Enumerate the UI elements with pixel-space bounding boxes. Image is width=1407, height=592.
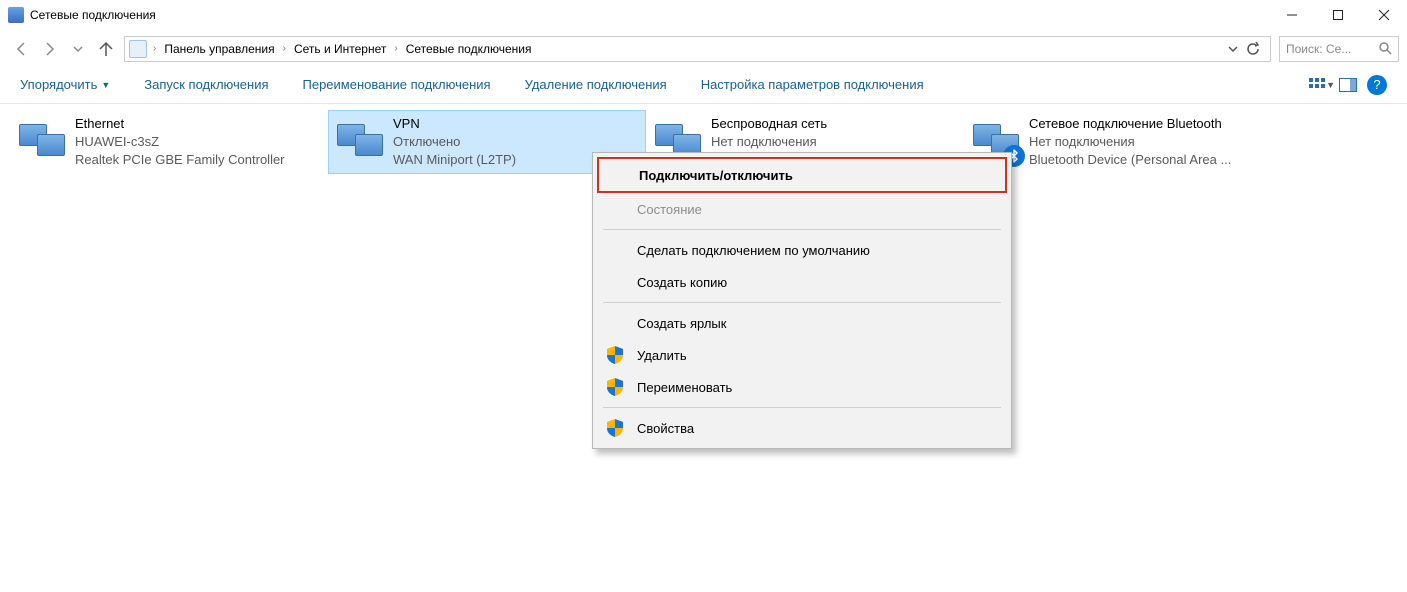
ctx-status-label: Состояние (637, 202, 702, 217)
ctx-delete-label: Удалить (637, 348, 687, 363)
connection-item-ethernet[interactable]: Ethernet HUAWEI-c3sZ Realtek PCIe GBE Fa… (10, 110, 328, 174)
ctx-separator (603, 407, 1001, 408)
search-icon (1379, 42, 1392, 55)
connection-settings-label: Настройка параметров подключения (701, 77, 924, 92)
forward-button[interactable] (36, 35, 64, 63)
delete-connection-label: Удаление подключения (525, 77, 667, 92)
maximize-icon (1332, 9, 1344, 21)
connection-status: HUAWEI-c3sZ (75, 133, 285, 151)
organize-button[interactable]: Упорядочить ▼ (20, 77, 110, 92)
connection-device: Bluetooth Device (Personal Area ... (1029, 151, 1231, 169)
connection-device: Realtek PCIe GBE Family Controller (75, 151, 285, 169)
maximize-button[interactable] (1315, 0, 1361, 30)
minimize-button[interactable] (1269, 0, 1315, 30)
chevron-down-icon: ▼ (101, 80, 110, 90)
app-icon (8, 7, 24, 23)
delete-connection-button[interactable]: Удаление подключения (525, 77, 667, 92)
ctx-properties[interactable]: Свойства (593, 412, 1011, 444)
ctx-set-default-label: Сделать подключением по умолчанию (637, 243, 870, 258)
ctx-shortcut-label: Создать ярлык (637, 316, 726, 331)
ctx-create-copy[interactable]: Создать копию (593, 266, 1011, 298)
navbar: › Панель управления › Сеть и Интернет › … (0, 30, 1407, 66)
network-connections-icon (129, 40, 147, 58)
connection-status: Нет подключения (711, 133, 827, 151)
up-button[interactable] (92, 35, 120, 63)
ctx-connect-disconnect[interactable]: Подключить/отключить (597, 157, 1007, 193)
help-icon: ? (1373, 77, 1380, 92)
organize-label: Упорядочить (20, 77, 97, 92)
ctx-rename[interactable]: Переименовать (593, 371, 1011, 403)
ctx-rename-label: Переименовать (637, 380, 732, 395)
close-icon (1378, 9, 1390, 21)
ethernet-icon (17, 115, 67, 165)
ctx-connect-label: Подключить/отключить (639, 168, 793, 183)
breadcrumb-mid[interactable]: Сеть и Интернет (288, 37, 392, 61)
uac-shield-icon (607, 378, 623, 396)
start-connection-button[interactable]: Запуск подключения (144, 77, 268, 92)
ctx-copy-label: Создать копию (637, 275, 727, 290)
breadcrumb-root[interactable]: Панель управления (158, 37, 280, 61)
recent-locations-button[interactable] (64, 35, 92, 63)
breadcrumb-leaf[interactable]: Сетевые подключения (400, 37, 538, 61)
close-button[interactable] (1361, 0, 1407, 30)
vpn-icon (335, 115, 385, 165)
back-button[interactable] (8, 35, 36, 63)
chevron-down-icon: ▼ (1326, 80, 1335, 90)
refresh-button[interactable] (1244, 38, 1262, 60)
context-menu: Подключить/отключить Состояние Сделать п… (592, 152, 1012, 449)
content-area[interactable]: Ethernet HUAWEI-c3sZ Realtek PCIe GBE Fa… (0, 104, 1407, 180)
view-grid-icon (1309, 78, 1322, 92)
window-controls (1269, 0, 1407, 30)
ctx-separator (603, 229, 1001, 230)
connection-name: Беспроводная сеть (711, 115, 827, 133)
rename-connection-button[interactable]: Переименование подключения (303, 77, 491, 92)
chevron-right-icon: › (392, 43, 399, 54)
connection-name: Ethernet (75, 115, 285, 133)
chevron-right-icon: › (151, 43, 158, 54)
preview-pane-button[interactable] (1335, 72, 1361, 98)
address-history-button[interactable] (1224, 38, 1242, 60)
ctx-status: Состояние (593, 193, 1011, 225)
connection-status: Отключено (393, 133, 516, 151)
view-options-button[interactable]: ▼ (1309, 72, 1335, 98)
window-title: Сетевые подключения (30, 8, 1269, 22)
connection-name: Сетевое подключение Bluetooth (1029, 115, 1231, 133)
command-bar: Упорядочить ▼ Запуск подключения Переиме… (0, 66, 1407, 104)
address-bar[interactable]: › Панель управления › Сеть и Интернет › … (124, 36, 1271, 62)
ctx-separator (603, 302, 1001, 303)
uac-shield-icon (607, 419, 623, 437)
connection-status: Нет подключения (1029, 133, 1231, 151)
ctx-create-shortcut[interactable]: Создать ярлык (593, 307, 1011, 339)
minimize-icon (1286, 9, 1298, 21)
titlebar: Сетевые подключения (0, 0, 1407, 30)
rename-connection-label: Переименование подключения (303, 77, 491, 92)
connection-name: VPN (393, 115, 516, 133)
start-connection-label: Запуск подключения (144, 77, 268, 92)
chevron-right-icon: › (281, 43, 288, 54)
uac-shield-icon (607, 346, 623, 364)
search-input[interactable]: Поиск: Се... (1279, 36, 1399, 62)
preview-pane-icon (1339, 78, 1357, 92)
connection-settings-button[interactable]: Настройка параметров подключения (701, 77, 924, 92)
ctx-set-default[interactable]: Сделать подключением по умолчанию (593, 234, 1011, 266)
ctx-delete[interactable]: Удалить (593, 339, 1011, 371)
search-placeholder: Поиск: Се... (1286, 42, 1351, 56)
ctx-properties-label: Свойства (637, 421, 694, 436)
help-button[interactable]: ? (1367, 75, 1387, 95)
connection-device: WAN Miniport (L2TP) (393, 151, 516, 169)
